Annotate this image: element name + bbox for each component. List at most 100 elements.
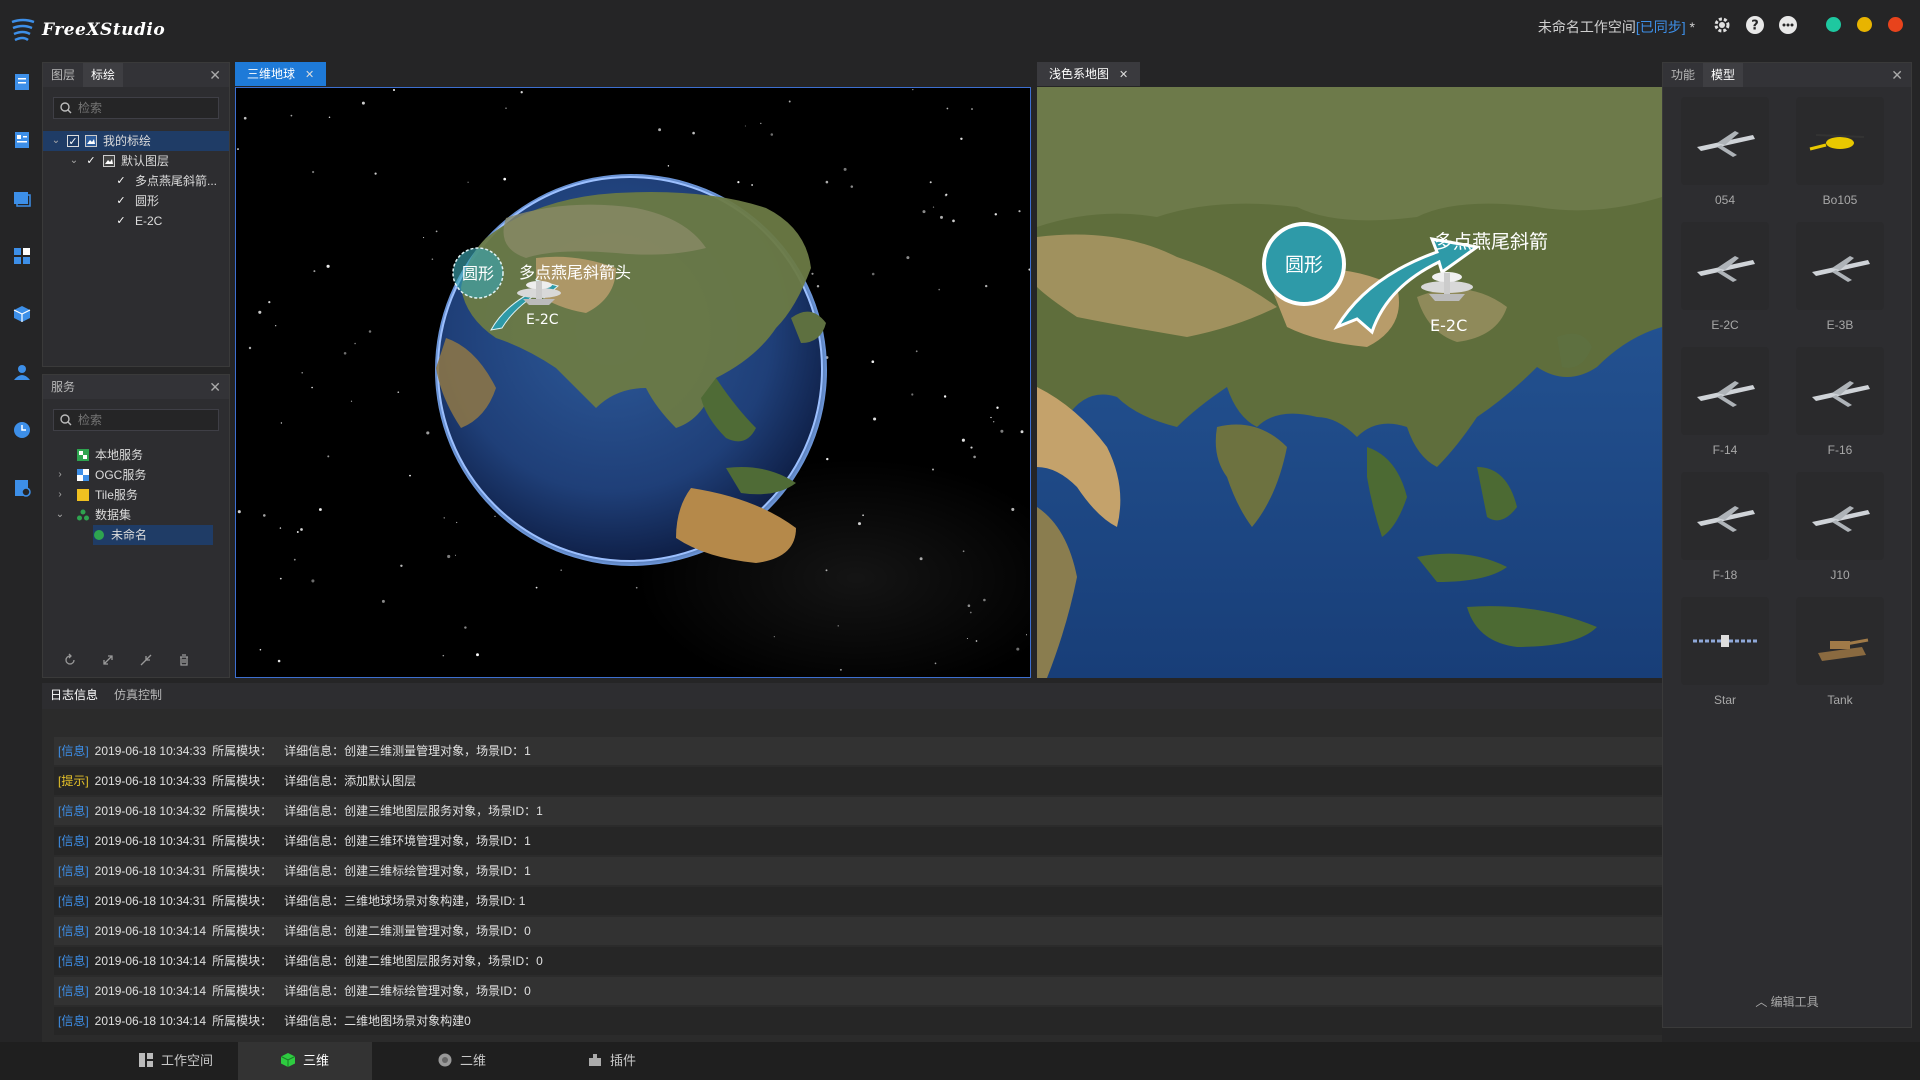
tree-item-local-service[interactable]: 本地服务	[43, 445, 229, 465]
tab-log-info[interactable]: 日志信息	[42, 683, 106, 707]
chevron-right-icon[interactable]: ›	[55, 465, 65, 485]
star	[350, 400, 353, 402]
services-search[interactable]	[53, 409, 219, 431]
help-icon[interactable]: ?	[1745, 15, 1765, 35]
cube-icon[interactable]	[12, 304, 32, 324]
log-row[interactable]: [信息] 2019-06-18 10:34:32 所属模块： 详细信息：创建三维地图层…	[54, 797, 1662, 825]
tree-item-unnamed[interactable]: 未命名	[93, 525, 213, 545]
model-item[interactable]: F-14	[1677, 347, 1773, 467]
close-icon[interactable]: ✕	[209, 379, 221, 396]
close-icon[interactable]: ✕	[209, 67, 221, 84]
log-row[interactable]: [信息] 2019-06-18 10:34:31 所属模块： 详细信息：创建三维环境管…	[54, 827, 1662, 855]
checkbox[interactable]: ✓	[115, 195, 127, 207]
collapse-icon[interactable]	[139, 653, 153, 667]
log-row[interactable]: [信息] 2019-06-18 10:34:31 所属模块： 详细信息：三维地球场景对…	[54, 887, 1662, 915]
log-tag: [信息]	[58, 1014, 89, 1028]
tab-3d[interactable]: 三维	[238, 1042, 372, 1080]
tree-item-label: 圆形	[135, 194, 160, 208]
checkbox[interactable]: ✓	[67, 135, 79, 148]
tree-item-my-plots[interactable]: ⌄ ✓ 我的标绘	[43, 131, 229, 151]
model-item[interactable]: F-16	[1792, 347, 1888, 467]
chat-icon[interactable]	[1778, 15, 1798, 35]
document-icon[interactable]	[12, 72, 32, 92]
tree-item-default-layer[interactable]: ⌄ ✓ 默认图层	[43, 151, 229, 171]
tree-item-dataset[interactable]: ⌄ 数据集	[43, 505, 229, 525]
tab-functions[interactable]: 功能	[1663, 63, 1703, 87]
model-item[interactable]: Tank	[1792, 597, 1888, 717]
log-row[interactable]: [信息] 2019-06-18 10:34:31 所属模块： 详细信息：创建三维标绘管…	[54, 857, 1662, 885]
star	[293, 558, 296, 561]
star	[943, 395, 947, 398]
model-item[interactable]: E-3B	[1792, 222, 1888, 342]
plot-search[interactable]	[53, 97, 219, 119]
close-icon[interactable]: ✕	[1891, 67, 1903, 84]
log-tag: [信息]	[58, 894, 89, 908]
checkbox[interactable]: ✓	[85, 155, 97, 167]
tree-item-arrow[interactable]: ✓ 多点燕尾斜箭...	[43, 171, 229, 191]
settings-icon[interactable]	[1712, 15, 1732, 35]
star	[311, 170, 315, 174]
log-row[interactable]: [信息] 2019-06-18 10:34:14 所属模块： 详细信息：创建二维标绘管…	[54, 977, 1662, 1005]
window-dot-yellow[interactable]	[1857, 17, 1872, 32]
tree-item-circle[interactable]: ✓ 圆形	[43, 191, 229, 211]
plot-panel: 图层 标绘 ✕ ⌄ ✓ 我的标绘 ⌄ ✓ 默认图层 ✓ 多点燕尾斜箭... ✓ …	[42, 62, 230, 367]
model-item[interactable]: Star	[1677, 597, 1773, 717]
expand-icon[interactable]	[101, 653, 115, 667]
log-row[interactable]: [提示] 2019-06-18 10:34:33 所属模块： 详细信息：添加默认图层	[54, 767, 1662, 795]
search-icon	[60, 102, 72, 114]
model-item[interactable]: Bo105	[1792, 97, 1888, 217]
refresh-icon[interactable]	[63, 653, 77, 667]
tab-plugins[interactable]: 插件	[548, 1042, 676, 1080]
star	[990, 416, 992, 419]
log-row[interactable]: [信息] 2019-06-18 10:34:33 所属模块： 详细信息：创建三维测量管…	[54, 737, 1662, 765]
window-dot-red[interactable]	[1888, 17, 1903, 32]
settings-doc-icon[interactable]	[12, 478, 32, 498]
chevron-down-icon[interactable]: ⌄	[55, 505, 65, 525]
grid-icon[interactable]	[12, 246, 32, 266]
tree-item-ogc-service[interactable]: › OGC服务	[43, 465, 229, 485]
model-item[interactable]: E-2C	[1677, 222, 1773, 342]
tab-models[interactable]: 模型	[1703, 63, 1744, 87]
close-icon[interactable]: ✕	[1119, 69, 1128, 81]
close-icon[interactable]: ✕	[305, 69, 314, 81]
tab-workspace[interactable]: 工作空间	[112, 1042, 240, 1080]
arrow-plot-label: 多点燕尾斜箭头	[519, 263, 631, 282]
view-2d-map[interactable]: 圆形 多点燕尾斜箭 E-2C	[1037, 87, 1662, 678]
cube-icon	[280, 1053, 295, 1067]
tree-item-tile-service[interactable]: › Tile服务	[43, 485, 229, 505]
tab-layers[interactable]: 图层	[43, 63, 83, 87]
view-3d-globe[interactable]: 圆形 多点燕尾斜箭头 E-2C	[235, 87, 1031, 678]
delete-icon[interactable]	[177, 653, 191, 667]
log-row[interactable]: [信息] 2019-06-18 10:34:14 所属模块： 详细信息：创建二维测量管…	[54, 917, 1662, 945]
tab-2d-map[interactable]: 浅色系地图 ✕	[1037, 62, 1141, 86]
log-detail: 详细信息：创建三维地图层服务对象，场景ID：1	[284, 804, 543, 818]
log-row[interactable]: [信息] 2019-06-18 10:34:14 所属模块： 详细信息：创建二维地图层…	[54, 947, 1662, 975]
model-item[interactable]: F-18	[1677, 472, 1773, 592]
clock-icon[interactable]	[12, 420, 32, 440]
window-icon[interactable]	[12, 188, 32, 208]
tab-plot[interactable]: 标绘	[83, 63, 124, 87]
star	[431, 258, 434, 260]
chevron-right-icon[interactable]: ›	[55, 485, 65, 505]
tab-2d[interactable]: 二维	[398, 1042, 526, 1080]
user-icon[interactable]	[12, 362, 32, 382]
layers-list-icon[interactable]	[12, 130, 32, 150]
log-row[interactable]: [信息] 2019-06-18 10:34:14 所属模块： 详细信息：二维地图场景对…	[54, 1007, 1662, 1035]
checkbox[interactable]: ✓	[115, 215, 127, 227]
tab-simulation-control[interactable]: 仿真控制	[106, 683, 170, 707]
chevron-down-icon[interactable]: ⌄	[69, 151, 79, 171]
edit-tools-toggle[interactable]: ︿ 编辑工具	[1663, 993, 1911, 1010]
services-search-input[interactable]	[78, 413, 218, 427]
plot-search-input[interactable]	[78, 101, 218, 115]
tree-item-e2c[interactable]: ✓ E-2C	[43, 211, 229, 231]
star	[442, 654, 445, 657]
model-item[interactable]: J10	[1792, 472, 1888, 592]
star	[263, 514, 266, 517]
chevron-down-icon[interactable]: ⌄	[51, 131, 61, 151]
window-dot-green[interactable]	[1826, 17, 1841, 32]
log-detail: 详细信息：添加默认图层	[284, 774, 417, 788]
tab-3d-globe[interactable]: 三维地球 ✕	[235, 62, 327, 86]
model-item[interactable]: 054	[1677, 97, 1773, 217]
checkbox[interactable]: ✓	[115, 175, 127, 187]
model-shape-icon	[1697, 131, 1755, 157]
